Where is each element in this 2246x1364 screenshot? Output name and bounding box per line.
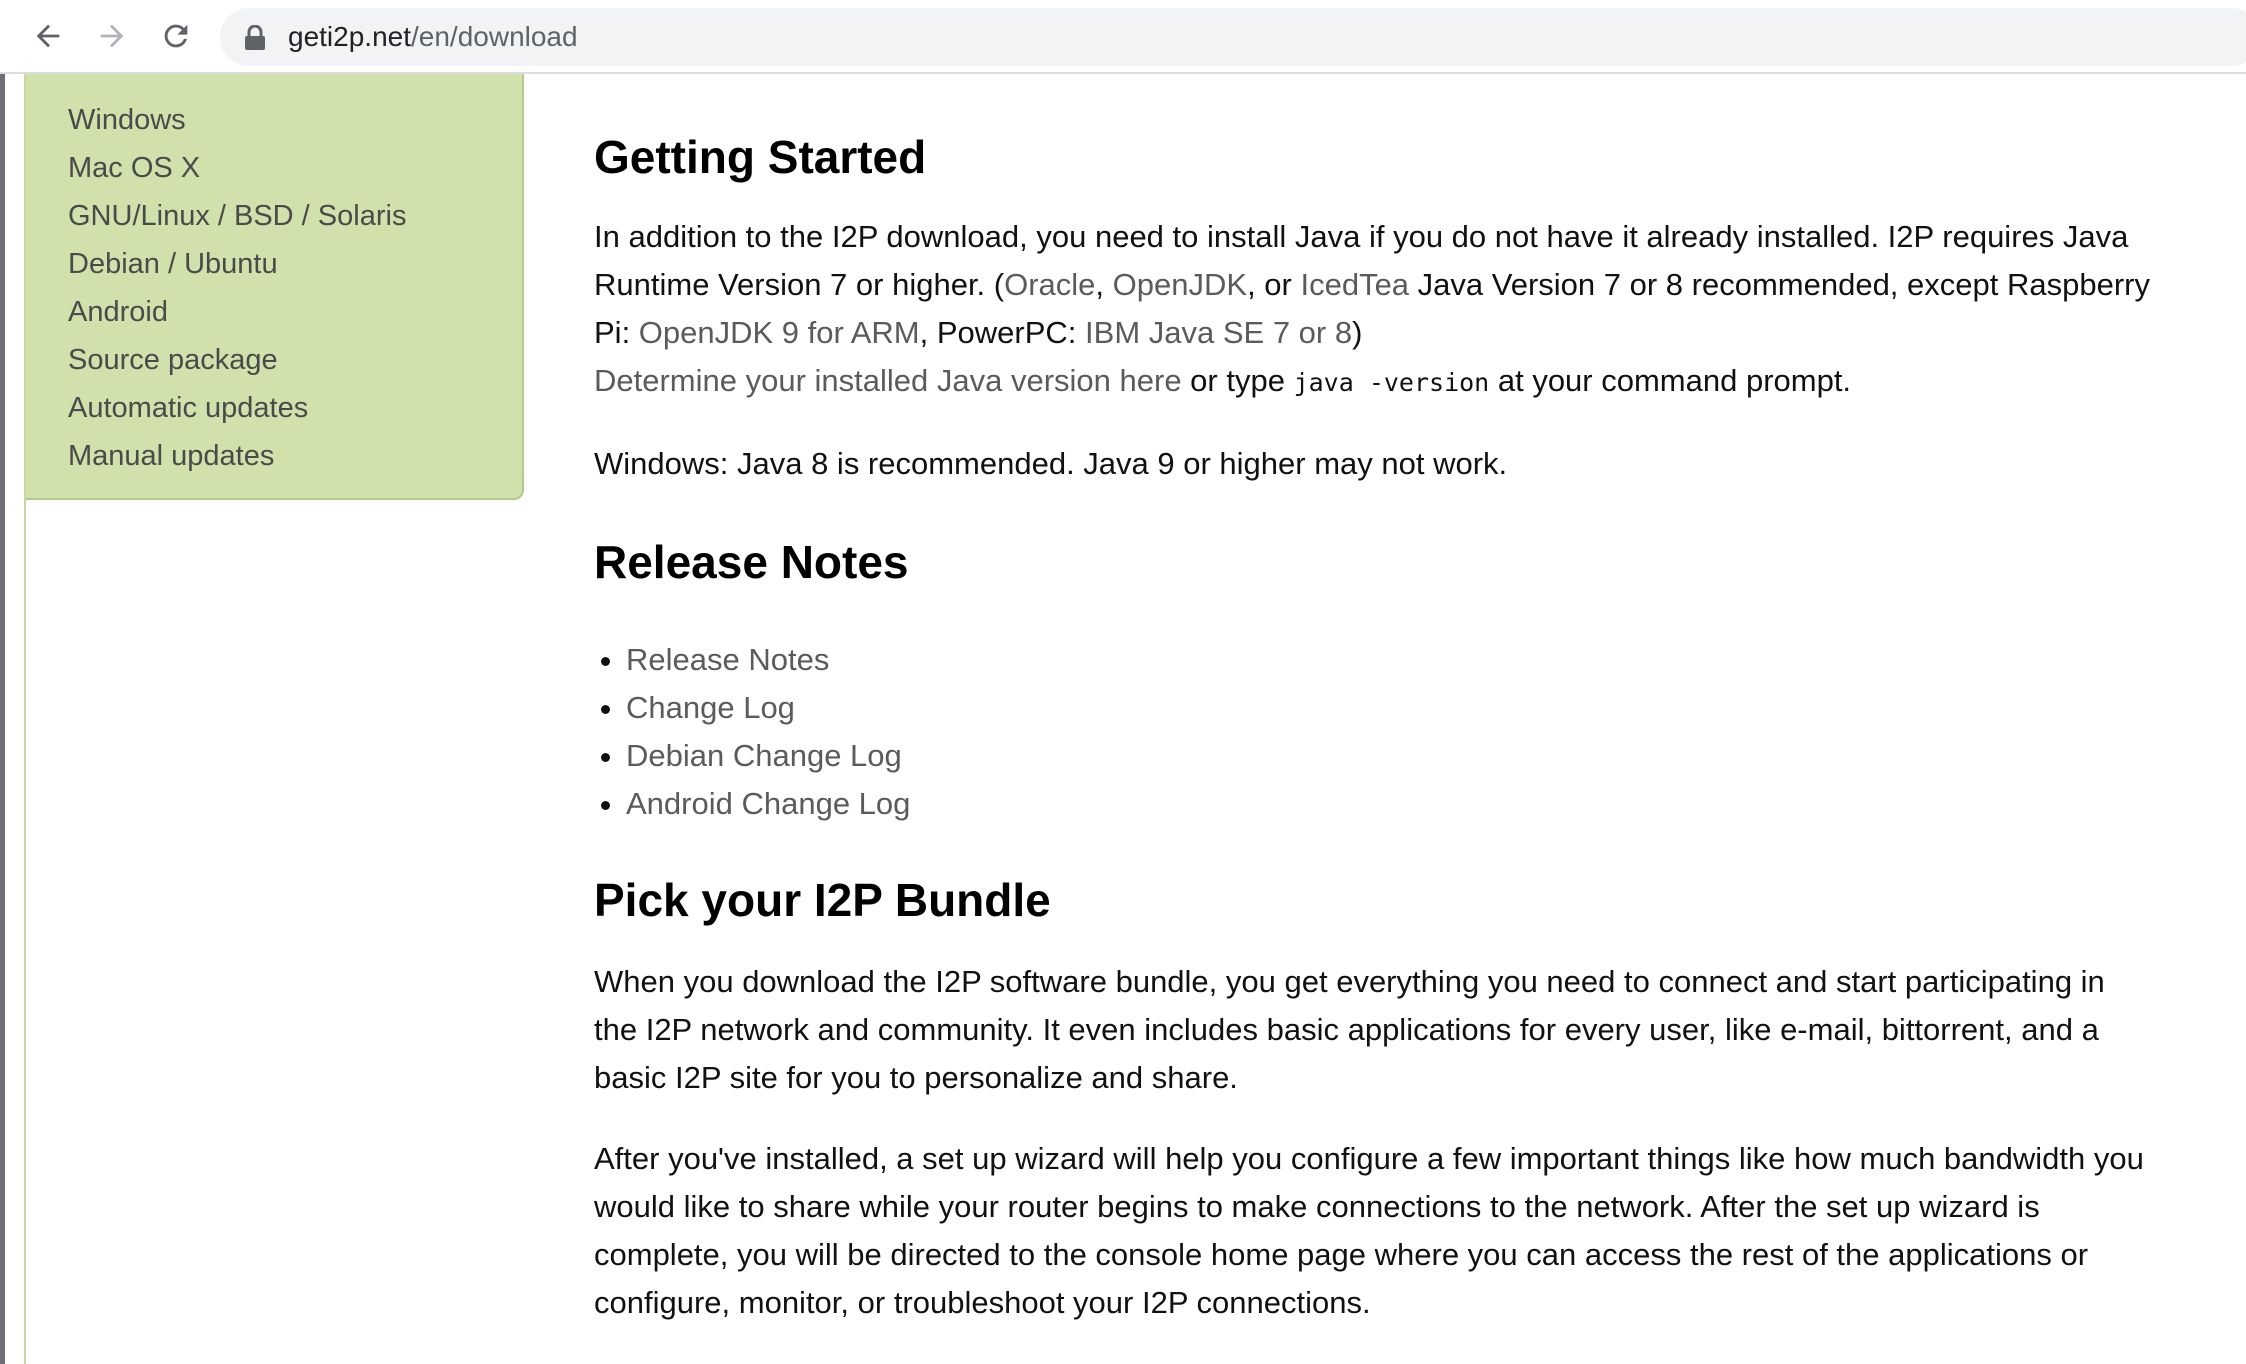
- list-item: Debian Change Log: [626, 732, 2154, 780]
- release-notes-heading: Release Notes: [594, 536, 909, 588]
- reload-icon: [164, 24, 188, 48]
- sidebar-item-source-package[interactable]: Source package: [68, 336, 522, 384]
- address-bar[interactable]: geti2p.net/en/download: [220, 8, 2246, 66]
- debian-change-log-link[interactable]: Debian Change Log: [626, 738, 902, 773]
- sidebar-item-windows[interactable]: Windows: [68, 96, 522, 144]
- url-path: /en/download: [411, 21, 578, 52]
- reload-button[interactable]: [154, 14, 198, 58]
- sidebar-item-android[interactable]: Android: [68, 288, 522, 336]
- sidebar-item-automatic-updates[interactable]: Automatic updates: [68, 384, 522, 432]
- java-text-3: , or: [1247, 267, 1301, 302]
- browser-toolbar: geti2p.net/en/download: [0, 0, 2246, 74]
- url-text[interactable]: geti2p.net/en/download: [288, 22, 578, 52]
- java-text-5: , PowerPC:: [919, 315, 1086, 350]
- ibm-java-link[interactable]: IBM Java SE 7 or 8: [1085, 315, 1352, 350]
- java-requirements-paragraph: In addition to the I2P download, you nee…: [594, 213, 2154, 407]
- sidebar-item-manual-updates[interactable]: Manual updates: [68, 432, 522, 480]
- arrow-left-icon: [36, 24, 60, 48]
- download-sidebar: Windows Mac OS X GNU/Linux / BSD / Solar…: [26, 74, 524, 500]
- sidebar-item-gnu-linux[interactable]: GNU/Linux / BSD / Solaris: [68, 192, 522, 240]
- lock-icon: [245, 25, 265, 50]
- oracle-link[interactable]: Oracle: [1004, 267, 1095, 302]
- change-log-link[interactable]: Change Log: [626, 690, 795, 725]
- window-edge: [0, 74, 5, 1364]
- back-button[interactable]: [26, 14, 70, 58]
- list-item: Release Notes: [626, 636, 2154, 684]
- java-version-command: java -version: [1293, 368, 1490, 397]
- java-text-6: ): [1352, 315, 1363, 350]
- list-item: Android Change Log: [626, 780, 2154, 828]
- sidebar-item-debian-ubuntu[interactable]: Debian / Ubuntu: [68, 240, 522, 288]
- java-text-7: or type: [1181, 363, 1294, 398]
- release-notes-link[interactable]: Release Notes: [626, 642, 829, 677]
- java-text-2: ,: [1095, 267, 1113, 302]
- release-notes-list: Release Notes Change Log Debian Change L…: [594, 636, 2154, 828]
- openjdk-link[interactable]: OpenJDK: [1113, 267, 1247, 302]
- sidebar-list: Windows Mac OS X GNU/Linux / BSD / Solar…: [26, 74, 522, 480]
- java-text-8: at your command prompt.: [1489, 363, 1852, 398]
- forward-button[interactable]: [90, 14, 134, 58]
- list-item: Change Log: [626, 684, 2154, 732]
- sidebar-item-mac-os-x[interactable]: Mac OS X: [68, 144, 522, 192]
- determine-java-version-link[interactable]: Determine your installed Java version he…: [594, 363, 1182, 398]
- setup-wizard-paragraph: After you've installed, a set up wizard …: [594, 1141, 2144, 1320]
- android-change-log-link[interactable]: Android Change Log: [626, 786, 910, 821]
- getting-started-heading: Getting Started: [594, 131, 927, 183]
- url-host: geti2p.net: [288, 21, 411, 52]
- windows-java-note: Windows: Java 8 is recommended. Java 9 o…: [594, 446, 1508, 481]
- main-content: Getting Started In addition to the I2P d…: [594, 74, 2154, 1327]
- arrow-right-icon: [100, 24, 124, 48]
- bundle-description-paragraph: When you download the I2P software bundl…: [594, 964, 2105, 1095]
- icedtea-link[interactable]: IcedTea: [1300, 267, 1409, 302]
- openjdk9-arm-link[interactable]: OpenJDK 9 for ARM: [639, 315, 920, 350]
- pick-bundle-heading: Pick your I2P Bundle: [594, 874, 1051, 926]
